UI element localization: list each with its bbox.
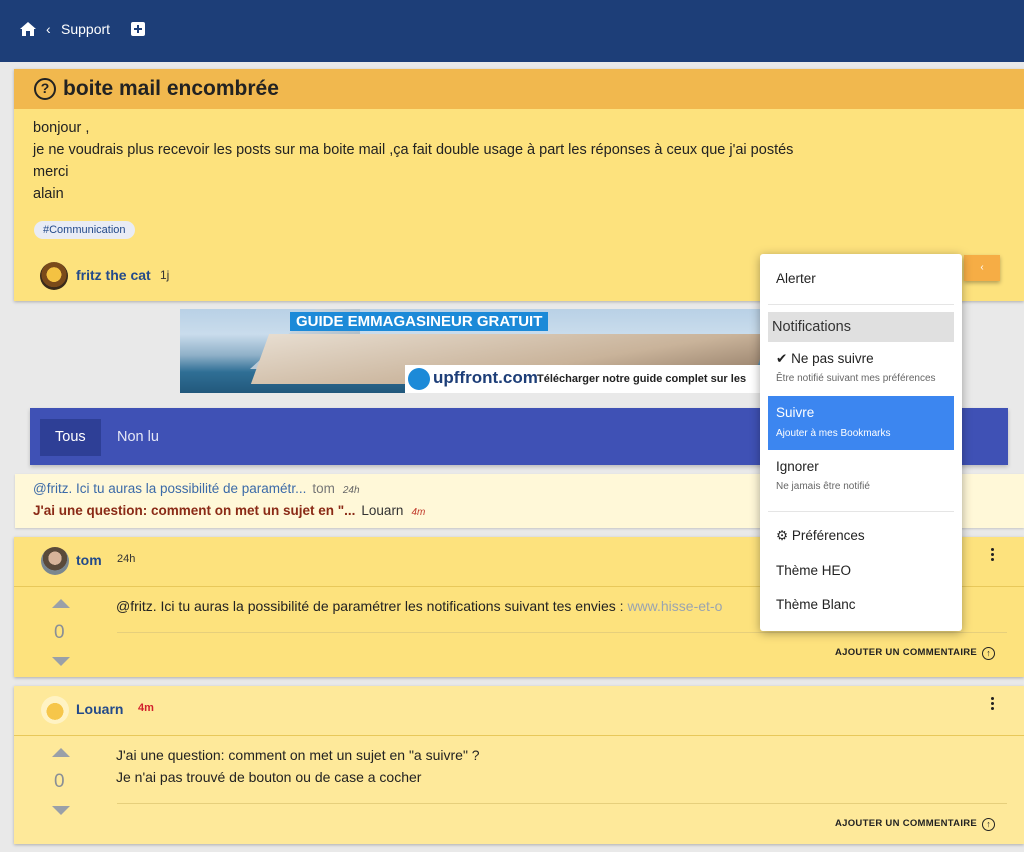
upvote-button[interactable] (52, 748, 70, 757)
menu-item-suivre[interactable]: Suivre Ajouter à mes Bookmarks (768, 396, 954, 450)
activity-item[interactable]: J'ai une question: comment on met un suj… (33, 503, 425, 518)
menu-item-preferences[interactable]: ⚙ Préférences (776, 528, 865, 544)
avatar[interactable] (41, 696, 69, 724)
vote-count: 0 (54, 771, 65, 792)
menu-item-alerter[interactable]: Alerter (776, 271, 816, 286)
menu-item-theme-heo[interactable]: Thème HEO (776, 563, 851, 578)
menu-toggle-button[interactable]: ‹ (964, 255, 1000, 281)
menu-item-ne-pas-suivre[interactable]: ✔ Ne pas suivre (776, 351, 874, 367)
upvote-button[interactable] (52, 599, 70, 608)
check-icon: ✔ (776, 351, 788, 366)
banner-tagline: Télécharger notre guide complet sur les (537, 373, 747, 385)
question-line: bonjour , (33, 120, 90, 136)
banner-title: GUIDE EMMAGASINEUR GRATUIT (290, 312, 549, 331)
home-icon[interactable] (19, 21, 37, 37)
add-comment-button[interactable]: AJOUTER UN COMMENTAIRE (835, 818, 977, 829)
menu-item-description: Être notifié suivant mes préférences (776, 373, 936, 384)
question-header: ? boite mail encombrée (14, 69, 1024, 109)
ad-banner[interactable]: GUIDE EMMAGASINEUR GRATUIT upffront.com … (180, 309, 760, 393)
downvote-button[interactable] (52, 657, 70, 666)
add-comment-button[interactable]: AJOUTER UN COMMENTAIRE (835, 647, 977, 658)
post-body: @fritz. Ici tu auras la possibilité de p… (116, 598, 723, 614)
logo-icon (408, 368, 430, 390)
post-link[interactable]: www.hisse-et-o (627, 598, 722, 614)
question-body: bonjour , je ne voudrais plus recevoir l… (33, 117, 793, 205)
question-circle-icon: ? (34, 78, 56, 100)
tab-non-lu[interactable]: Non lu (117, 419, 159, 456)
avatar[interactable] (41, 547, 69, 575)
chevron-left-icon[interactable]: ‹ (46, 21, 51, 37)
gear-icon: ⚙ (776, 528, 789, 543)
question-line: merci (33, 164, 69, 180)
vote-count: 0 (54, 622, 65, 643)
banner-logo: upffront.com (433, 368, 538, 387)
question-title: boite mail encombrée (63, 77, 279, 100)
question-time: 1j (160, 268, 170, 282)
more-vertical-icon[interactable] (986, 696, 998, 710)
post-time: 4m (138, 702, 154, 714)
author-link[interactable]: tom (76, 552, 102, 568)
question-line: je ne voudrais plus recevoir les posts s… (33, 142, 794, 158)
back-link[interactable]: Support (61, 21, 110, 37)
avatar[interactable] (40, 262, 68, 290)
author-link[interactable]: Louarn (76, 701, 123, 717)
activity-item[interactable]: @fritz. Ici tu auras la possibilité de p… (33, 481, 360, 496)
question-line: alain (33, 186, 64, 202)
post-time: 24h (117, 553, 136, 565)
tag-chip[interactable]: #Communication (34, 221, 135, 239)
downvote-button[interactable] (52, 806, 70, 815)
tab-tous[interactable]: Tous (40, 419, 101, 456)
menu-item-description: Ne jamais être notifié (776, 481, 870, 492)
menu-item-theme-blanc[interactable]: Thème Blanc (776, 597, 856, 612)
answer-card: Louarn 4m 0 J'ai une question: comment o… (14, 686, 1024, 844)
notification-dropdown: Alerter Notifications ✔ Ne pas suivre Êt… (760, 254, 962, 631)
top-bar: ‹ Support (0, 0, 1024, 62)
author-link[interactable]: fritz the cat (76, 267, 151, 283)
arrow-up-circle-icon[interactable]: ↑ (982, 818, 995, 831)
plus-square-icon[interactable] (131, 22, 145, 36)
more-vertical-icon[interactable] (986, 547, 998, 561)
arrow-up-circle-icon[interactable]: ↑ (982, 647, 995, 660)
menu-item-ignorer[interactable]: Ignorer (776, 459, 819, 474)
post-body: J'ai une question: comment on met un suj… (116, 747, 480, 785)
dropdown-section-header: Notifications (768, 312, 954, 342)
